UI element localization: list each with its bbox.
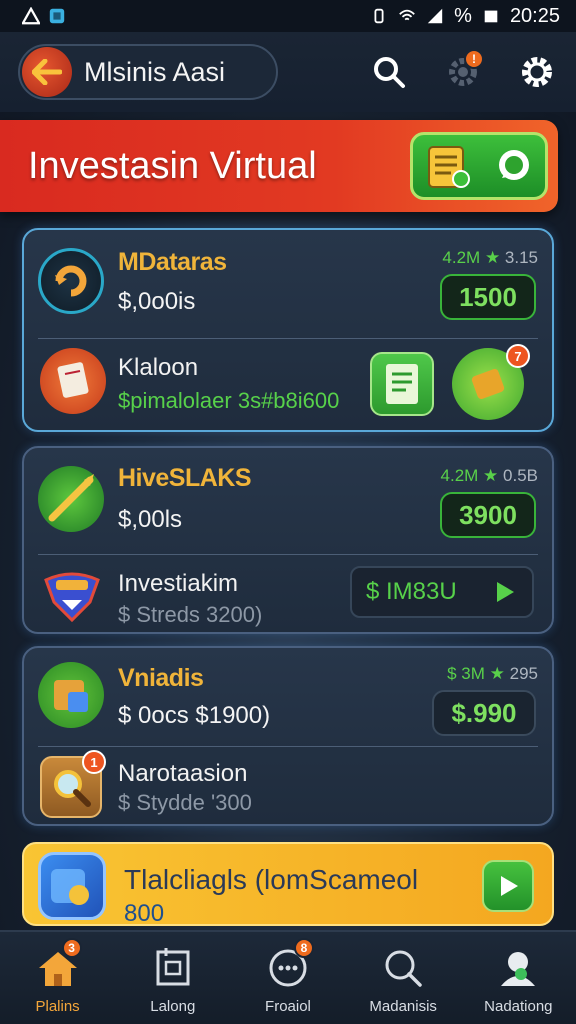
- promo-subtitle: 800: [124, 900, 165, 927]
- rating-value: 4.2M: [440, 466, 479, 485]
- nav-label: Froaiol: [265, 998, 311, 1015]
- promo-play-button[interactable]: [482, 860, 534, 912]
- nav-label: Lalong: [150, 998, 196, 1015]
- refresh-coin-icon: [38, 248, 104, 314]
- notifications-gear-button[interactable]: !: [444, 49, 484, 91]
- rating-secondary: 0.5B: [503, 466, 538, 485]
- star-icon: ★: [483, 466, 504, 485]
- hero-banner: Investasin Virtual: [0, 120, 558, 212]
- profile-icon: [496, 946, 540, 990]
- play-icon: [497, 582, 514, 602]
- row-title: Klaloon: [118, 354, 199, 381]
- promo-banner[interactable]: Tlalcliagls (lomScameol 800: [22, 842, 554, 927]
- investment-card-3[interactable]: Vniadis $ 0ocs $1900) $ 3M ★ 295 $.990 1…: [22, 646, 554, 826]
- reward-button[interactable]: 7: [452, 344, 530, 420]
- amount-pill[interactable]: 3900: [440, 492, 536, 538]
- investment-card-1[interactable]: MDataras $,0o0is 4.2M ★ 3.15 1500 Klaloo…: [22, 228, 554, 432]
- battery-icon: [484, 10, 498, 23]
- promo-title: Tlalcliagls (lomScameol: [124, 864, 419, 895]
- document-icon: [427, 146, 470, 188]
- row-subtitle: $pimalolaer 3s#b8i600: [118, 388, 340, 413]
- magnifier-badge: 1: [82, 750, 106, 774]
- star-icon: ★: [489, 664, 510, 683]
- status-bar: % 20:25: [0, 0, 576, 32]
- nav-item-search[interactable]: Madanisis: [353, 946, 453, 1015]
- row-title: Investiakim: [118, 570, 239, 597]
- signal-icon: [427, 8, 443, 24]
- row-subtitle: $ Streds 3200): [118, 602, 263, 627]
- leaf-icon: [38, 466, 104, 532]
- card-rating: $ 3M ★ 295: [447, 664, 538, 684]
- card-rating: 4.2M ★ 0.5B: [441, 466, 538, 486]
- banner-title: Investasin Virtual: [28, 144, 317, 187]
- wifi-icon: [399, 9, 415, 21]
- card-balance: $ 0ocs $1900): [118, 702, 271, 729]
- play-icon: [501, 876, 518, 896]
- rating-value: $ 3M: [447, 664, 485, 683]
- app-title: Mlsinis Aasi: [84, 56, 226, 87]
- promo-cube-icon: [38, 852, 106, 920]
- back-arrow-icon: [32, 59, 62, 85]
- action-label: $ IM83U: [366, 578, 457, 605]
- rating-secondary: 295: [509, 664, 538, 683]
- nav-badge: 3: [61, 938, 82, 958]
- chat-bubble-icon: [498, 150, 529, 180]
- reward-badge: 7: [506, 344, 530, 368]
- search-icon: [374, 57, 405, 88]
- investment-card-2[interactable]: HiveSLAKS $,00ls 4.2M ★ 0.5B 3900 Invest…: [22, 446, 554, 634]
- invest-action-button[interactable]: $ IM83U: [350, 566, 534, 618]
- clipboard-icon: [40, 348, 106, 414]
- report-button[interactable]: [370, 352, 434, 416]
- rating-value: 4.2M: [442, 248, 481, 267]
- nav-item-document[interactable]: Lalong: [123, 946, 223, 1015]
- notification-badge: !: [464, 49, 484, 69]
- search-icon: [381, 946, 425, 990]
- nav-item-profile[interactable]: Nadationg: [468, 946, 568, 1015]
- card-balance: $,0o0is: [118, 288, 196, 315]
- card-balance: $,00ls: [118, 506, 183, 533]
- gift-box-icon: [38, 662, 104, 728]
- home-icon: 3: [36, 938, 82, 990]
- battery-percent: %: [454, 4, 472, 27]
- magnifier-icon: 1: [40, 750, 106, 818]
- rating-secondary: 3.15: [504, 248, 538, 267]
- banner-action-button[interactable]: [410, 132, 548, 200]
- amount-pill[interactable]: 1500: [440, 274, 536, 320]
- document-icon: [151, 946, 195, 990]
- amount-pill[interactable]: $.990: [432, 690, 536, 736]
- card-rating: 4.2M ★ 3.15: [442, 248, 538, 268]
- nav-label: Plalins: [35, 998, 80, 1015]
- card-divider: [38, 338, 538, 339]
- nav-item-chat[interactable]: 8 Froaiol: [238, 938, 338, 1015]
- app-notification-icon: [49, 8, 65, 24]
- chat-icon: 8: [266, 938, 314, 990]
- warning-icon: [22, 7, 40, 25]
- star-icon: ★: [484, 248, 505, 267]
- nav-item-home[interactable]: 3 Plalins: [8, 938, 108, 1015]
- vibrate-icon: [374, 8, 384, 24]
- row-subtitle: $ Stydde '300: [118, 790, 252, 815]
- settings-icon: [522, 57, 552, 87]
- nav-label: Madanisis: [369, 998, 437, 1015]
- card-divider: [38, 554, 538, 555]
- card-divider: [38, 746, 538, 747]
- nav-label: Nadationg: [484, 998, 553, 1015]
- row-title: Narotaasion: [118, 760, 248, 787]
- settings-button[interactable]: [518, 53, 556, 91]
- title-pill: Mlsinis Aasi: [18, 44, 278, 100]
- bottom-nav: 3 Plalins Lalong 8 Froaiol Madanisis Nad…: [0, 930, 576, 1024]
- back-button[interactable]: [22, 47, 72, 97]
- report-icon: [386, 364, 418, 404]
- card-name: HiveSLAKS: [118, 464, 252, 492]
- search-button[interactable]: [370, 53, 408, 91]
- status-time: 20:25: [509, 4, 560, 27]
- card-name: MDataras: [118, 248, 227, 276]
- top-bar: Mlsinis Aasi !: [0, 32, 576, 112]
- card-name: Vniadis: [118, 664, 204, 692]
- shield-badge-icon: [40, 566, 104, 624]
- nav-badge: 8: [293, 938, 314, 958]
